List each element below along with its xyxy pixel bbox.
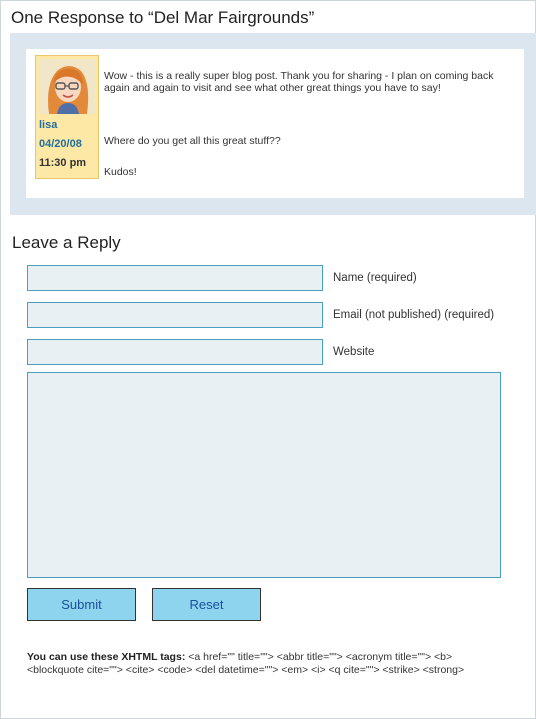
comment-author-panel: lisa 04/20/08 11:30 pm (35, 55, 99, 179)
email-label: Email (not published) (required) (333, 309, 495, 321)
website-field[interactable] (27, 339, 323, 365)
submit-button[interactable]: Submit (27, 588, 136, 621)
responses-heading: One Response to “Del Mar Fairgrounds” (11, 8, 315, 27)
comment-textarea[interactable] (27, 372, 501, 578)
website-label: Website (333, 346, 375, 358)
avatar (39, 59, 95, 114)
avatar-illustration (39, 59, 95, 114)
comment-author-name[interactable]: lisa (39, 119, 57, 131)
leave-reply-heading: Leave a Reply (12, 233, 121, 252)
allowed-tags-heading: You can use these XHTML tags: (27, 651, 186, 663)
email-field[interactable] (27, 302, 323, 328)
reset-button[interactable]: Reset (152, 588, 261, 621)
allowed-tags-note: You can use these XHTML tags: <a href=""… (27, 651, 507, 676)
comment-date[interactable]: 04/20/08 (39, 138, 82, 150)
comment-paragraph: Kudos! (104, 166, 137, 178)
comment-time: 11:30 pm (39, 157, 87, 169)
name-field[interactable] (27, 265, 323, 291)
comment-paragraph: Wow - this is a really super blog post. … (104, 70, 494, 94)
comment-paragraph: Where do you get all this great stuff?? (104, 135, 281, 147)
name-label: Name (required) (333, 272, 417, 284)
